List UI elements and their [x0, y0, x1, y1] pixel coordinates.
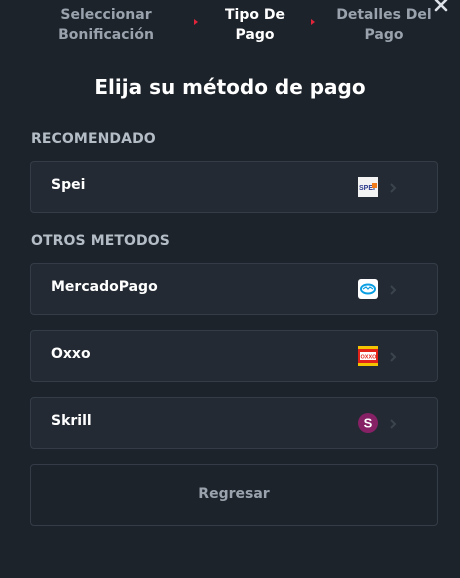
step-2-line-1: Tipo De	[225, 7, 285, 23]
step-3-line-2: Pago	[364, 27, 404, 43]
step-1-line-2: Bonificación	[58, 27, 154, 43]
payment-method-label: Spei	[51, 177, 86, 193]
oxxo-logo-icon: OXXO	[358, 346, 378, 366]
payment-method-skrill[interactable]: Skrill S	[30, 397, 438, 449]
back-button-label: Regresar	[198, 486, 270, 502]
step-detalles-del-pago[interactable]: Detalles Del Pago	[330, 5, 438, 45]
section-label-recommended: RECOMENDADO	[31, 131, 156, 147]
step-3-line-1: Detalles Del	[336, 7, 432, 23]
step-seleccionar-bonificacion[interactable]: Seleccionar Bonificación	[52, 5, 160, 45]
payment-method-spei[interactable]: Spei SPEI	[30, 161, 438, 213]
svg-text:OXXO: OXXO	[361, 355, 378, 361]
section-label-others: OTROS METODOS	[31, 233, 170, 249]
checkout-stepper: Seleccionar Bonificación Tipo De Pago De…	[0, 0, 460, 50]
step-1-line-1: Seleccionar	[60, 7, 152, 23]
chevron-right-icon	[389, 416, 397, 430]
payment-method-oxxo[interactable]: Oxxo OXXO	[30, 330, 438, 382]
chevron-right-icon	[389, 180, 397, 194]
mercadopago-logo-icon	[358, 279, 378, 299]
payment-method-label: Oxxo	[51, 346, 91, 362]
skrill-logo-icon: S	[358, 413, 378, 433]
payment-method-label: MercadoPago	[51, 279, 158, 295]
step-arrow-icon	[194, 19, 198, 25]
spei-logo-icon: SPEI	[358, 177, 378, 197]
payment-method-label: Skrill	[51, 413, 92, 429]
chevron-right-icon	[389, 282, 397, 296]
chevron-right-icon	[389, 349, 397, 363]
step-arrow-icon	[311, 19, 315, 25]
page-title: Elija su método de pago	[94, 75, 366, 99]
step-tipo-de-pago[interactable]: Tipo De Pago	[212, 5, 298, 45]
step-2-line-2: Pago	[235, 27, 275, 43]
svg-text:S: S	[364, 416, 373, 431]
payment-method-mercadopago[interactable]: MercadoPago	[30, 263, 438, 315]
close-icon[interactable]	[433, 0, 449, 13]
back-button[interactable]: Regresar	[30, 464, 438, 526]
